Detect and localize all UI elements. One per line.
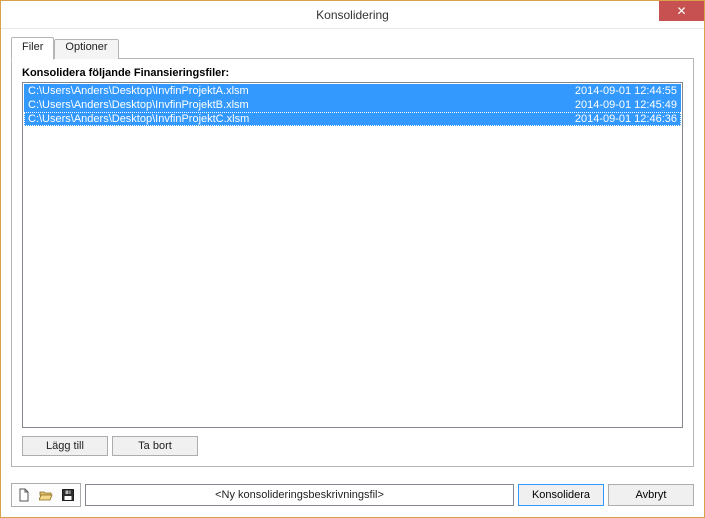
- save-disk-icon: [61, 488, 75, 502]
- icon-toolbar: [11, 483, 81, 507]
- button-label: Konsolidera: [532, 489, 590, 501]
- file-buttons: Lägg till Ta bort: [22, 436, 683, 456]
- window: Konsolidering ✕ Filer Optioner Konsolide…: [0, 0, 705, 518]
- cancel-button[interactable]: Avbryt: [608, 484, 694, 506]
- file-path: C:\Users\Anders\Desktop\InvfinProjektC.x…: [28, 112, 249, 126]
- tab-label: Optioner: [65, 41, 107, 53]
- content-area: Filer Optioner Konsolidera följande Fina…: [1, 29, 704, 477]
- close-button[interactable]: ✕: [659, 1, 704, 21]
- bottombar: <Ny konsolideringsbeskrivningsfil> Konso…: [1, 477, 704, 517]
- open-file-button[interactable]: [36, 486, 56, 504]
- file-list[interactable]: C:\Users\Anders\Desktop\InvfinProjektA.x…: [22, 82, 683, 428]
- file-path: C:\Users\Anders\Desktop\InvfinProjektB.x…: [28, 98, 249, 112]
- file-timestamp: 2014-09-01 12:44:55: [575, 84, 677, 98]
- list-item[interactable]: C:\Users\Anders\Desktop\InvfinProjektA.x…: [24, 84, 681, 98]
- file-timestamp: 2014-09-01 12:46:36: [575, 112, 677, 126]
- button-label: Avbryt: [636, 489, 667, 501]
- file-list-label: Konsolidera följande Finansieringsfiler:: [22, 67, 683, 79]
- add-button[interactable]: Lägg till: [22, 436, 108, 456]
- consolidate-button[interactable]: Konsolidera: [518, 484, 604, 506]
- tab-options[interactable]: Optioner: [54, 39, 118, 59]
- list-item[interactable]: C:\Users\Anders\Desktop\InvfinProjektB.x…: [24, 98, 681, 112]
- tab-files[interactable]: Filer: [11, 37, 54, 60]
- titlebar: Konsolidering ✕: [1, 1, 704, 29]
- description-field[interactable]: <Ny konsolideringsbeskrivningsfil>: [85, 484, 514, 506]
- window-title: Konsolidering: [316, 8, 389, 22]
- button-label: Lägg till: [46, 440, 84, 452]
- list-item[interactable]: C:\Users\Anders\Desktop\InvfinProjektC.x…: [24, 112, 681, 126]
- description-placeholder: <Ny konsolideringsbeskrivningsfil>: [215, 489, 384, 501]
- open-folder-icon: [39, 488, 53, 502]
- new-file-button[interactable]: [14, 486, 34, 504]
- file-timestamp: 2014-09-01 12:45:49: [575, 98, 677, 112]
- save-file-button[interactable]: [58, 486, 78, 504]
- remove-button[interactable]: Ta bort: [112, 436, 198, 456]
- tabstrip: Filer Optioner: [11, 37, 694, 59]
- file-path: C:\Users\Anders\Desktop\InvfinProjektA.x…: [28, 84, 249, 98]
- files-panel: Konsolidera följande Finansieringsfiler:…: [11, 58, 694, 467]
- close-icon: ✕: [676, 4, 686, 18]
- new-file-icon: [17, 488, 31, 502]
- button-label: Ta bort: [138, 440, 172, 452]
- tab-label: Filer: [22, 41, 43, 53]
